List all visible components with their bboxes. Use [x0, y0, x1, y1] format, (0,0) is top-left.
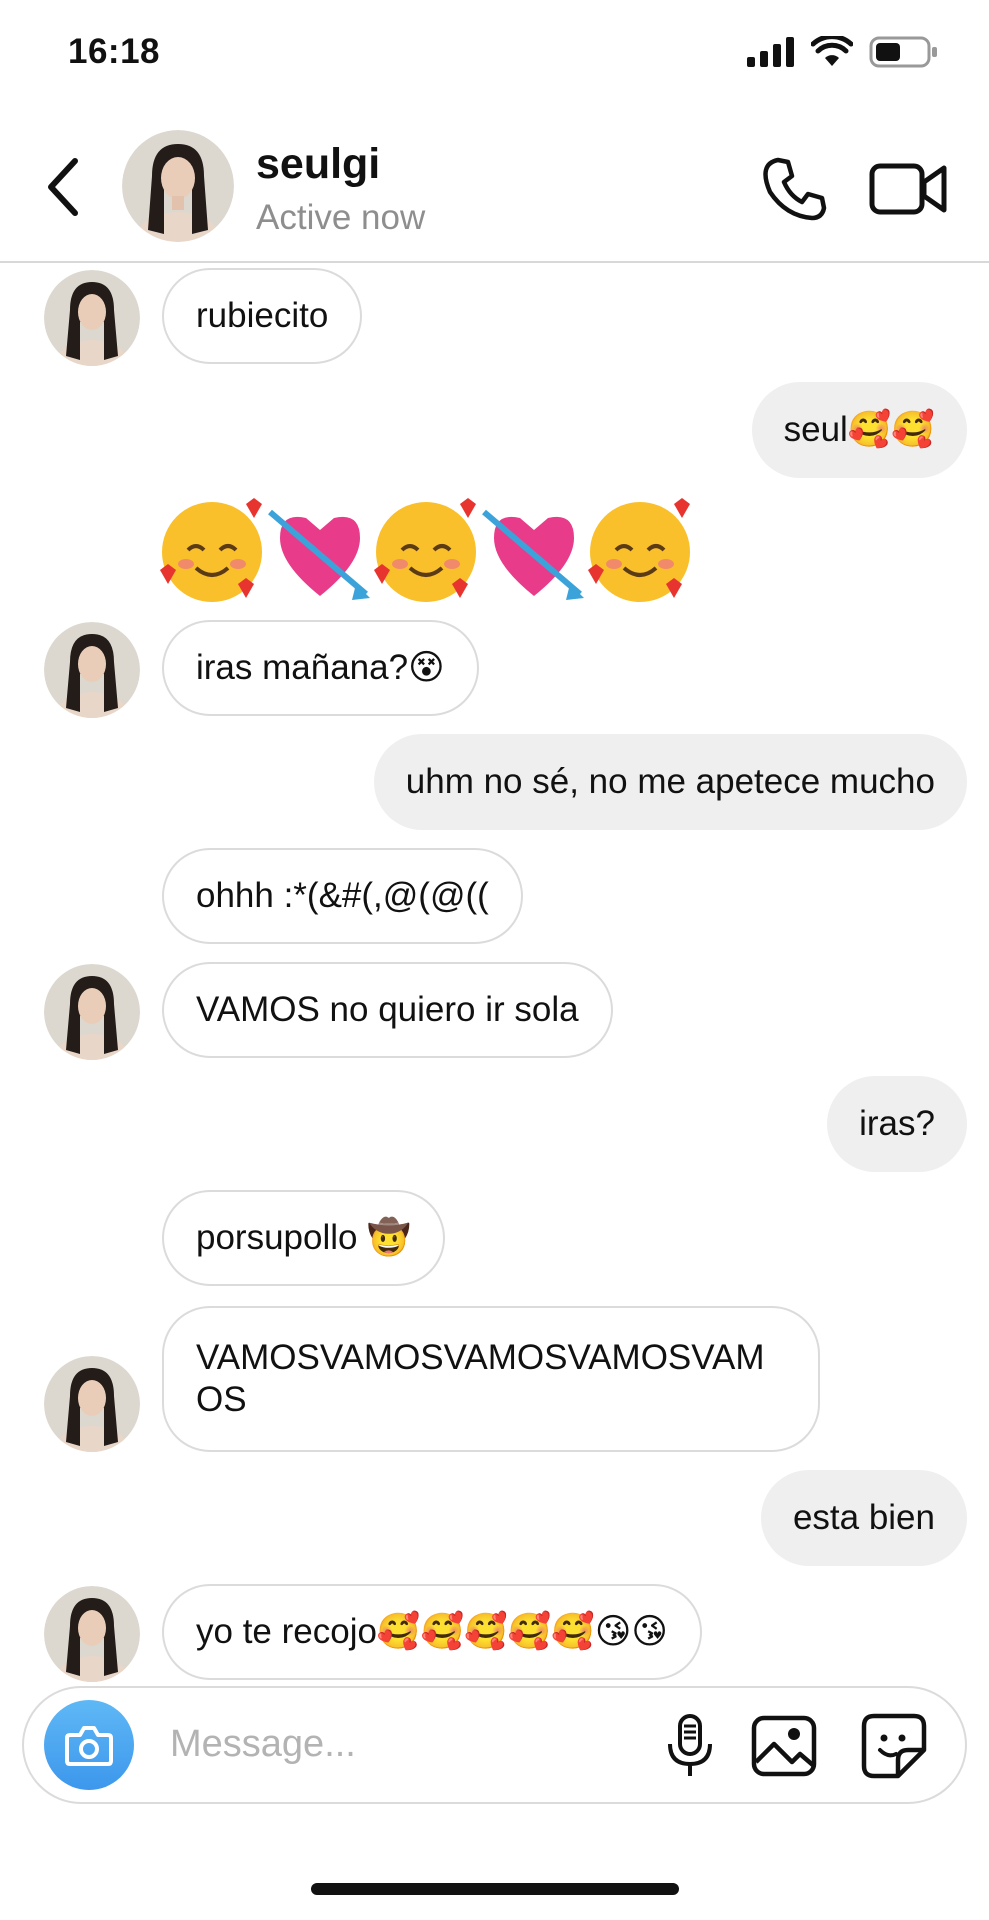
message-text: yo te recojo🥰🥰🥰🥰🥰😘😘 — [196, 1612, 668, 1651]
activity-status: Active now — [256, 198, 426, 237]
status-time: 16:18 — [68, 32, 161, 71]
back-button[interactable] — [38, 152, 88, 222]
message-input[interactable] — [170, 1714, 640, 1774]
cellular-signal-icon — [747, 37, 794, 67]
message-bubble-incoming[interactable]: rubiecito — [162, 268, 363, 364]
phone-icon[interactable] — [760, 154, 830, 224]
sticker-icon[interactable] — [858, 1710, 930, 1782]
message-bubble-incoming[interactable]: yo te recojo🥰🥰🥰🥰🥰😘😘 — [162, 1584, 702, 1680]
emoji-art — [160, 498, 690, 602]
message-bubble-incoming[interactable]: VAMOSVAMOSVAMOSVAMOSVAMOS — [162, 1306, 820, 1452]
message-bubble-incoming[interactable]: VAMOS no quiero ir sola — [162, 962, 613, 1058]
message-text: iras mañana?😵 — [196, 648, 445, 687]
home-indicator[interactable] — [311, 1883, 679, 1895]
message-text: esta bien — [792, 1498, 935, 1537]
image-icon[interactable] — [748, 1710, 820, 1782]
message-bubble-outgoing[interactable]: uhm no sé, no me apetece mucho — [373, 734, 967, 830]
emoji-message[interactable] — [160, 494, 720, 606]
sender-avatar[interactable] — [44, 1356, 140, 1452]
message-text: VAMOSVAMOSVAMOSVAMOSVAMOS — [196, 1338, 765, 1419]
message-text: uhm no sé, no me apetece mucho — [405, 762, 935, 801]
sender-avatar[interactable] — [44, 964, 140, 1060]
camera-icon — [65, 1726, 113, 1766]
microphone-icon[interactable] — [654, 1710, 726, 1782]
status-icons — [747, 36, 939, 68]
sender-avatar[interactable] — [44, 1586, 140, 1682]
status-bar: 16:18 — [0, 0, 989, 110]
message-text: iras? — [859, 1104, 935, 1143]
message-bubble-incoming[interactable]: porsupollo 🤠 — [162, 1190, 445, 1286]
message-text: rubiecito — [196, 296, 329, 335]
chevron-left-icon — [48, 158, 78, 216]
camera-button[interactable] — [44, 1700, 134, 1790]
message-text: VAMOS no quiero ir sola — [196, 990, 579, 1029]
message-bubble-incoming[interactable]: ohhh :*(&#(,@(@(( — [162, 848, 523, 944]
contact-name[interactable]: seulgi — [256, 140, 380, 189]
message-bubble-incoming[interactable]: iras mañana?😵 — [162, 620, 479, 716]
sender-avatar[interactable] — [44, 622, 140, 718]
battery-icon — [869, 36, 937, 68]
contact-avatar[interactable] — [122, 130, 234, 242]
message-text: seul🥰🥰 — [783, 410, 935, 449]
video-camera-icon[interactable] — [868, 156, 948, 222]
message-composer — [22, 1686, 967, 1804]
message-text: ohhh :*(&#(,@(@(( — [196, 876, 489, 915]
chat-header: seulgi Active now — [0, 118, 989, 263]
message-text: porsupollo 🤠 — [196, 1218, 411, 1257]
message-bubble-outgoing[interactable]: seul🥰🥰 — [751, 382, 967, 478]
wifi-icon — [811, 36, 853, 66]
sender-avatar[interactable] — [44, 270, 140, 366]
message-bubble-outgoing[interactable]: esta bien — [760, 1470, 967, 1566]
message-bubble-outgoing[interactable]: iras? — [827, 1076, 967, 1172]
